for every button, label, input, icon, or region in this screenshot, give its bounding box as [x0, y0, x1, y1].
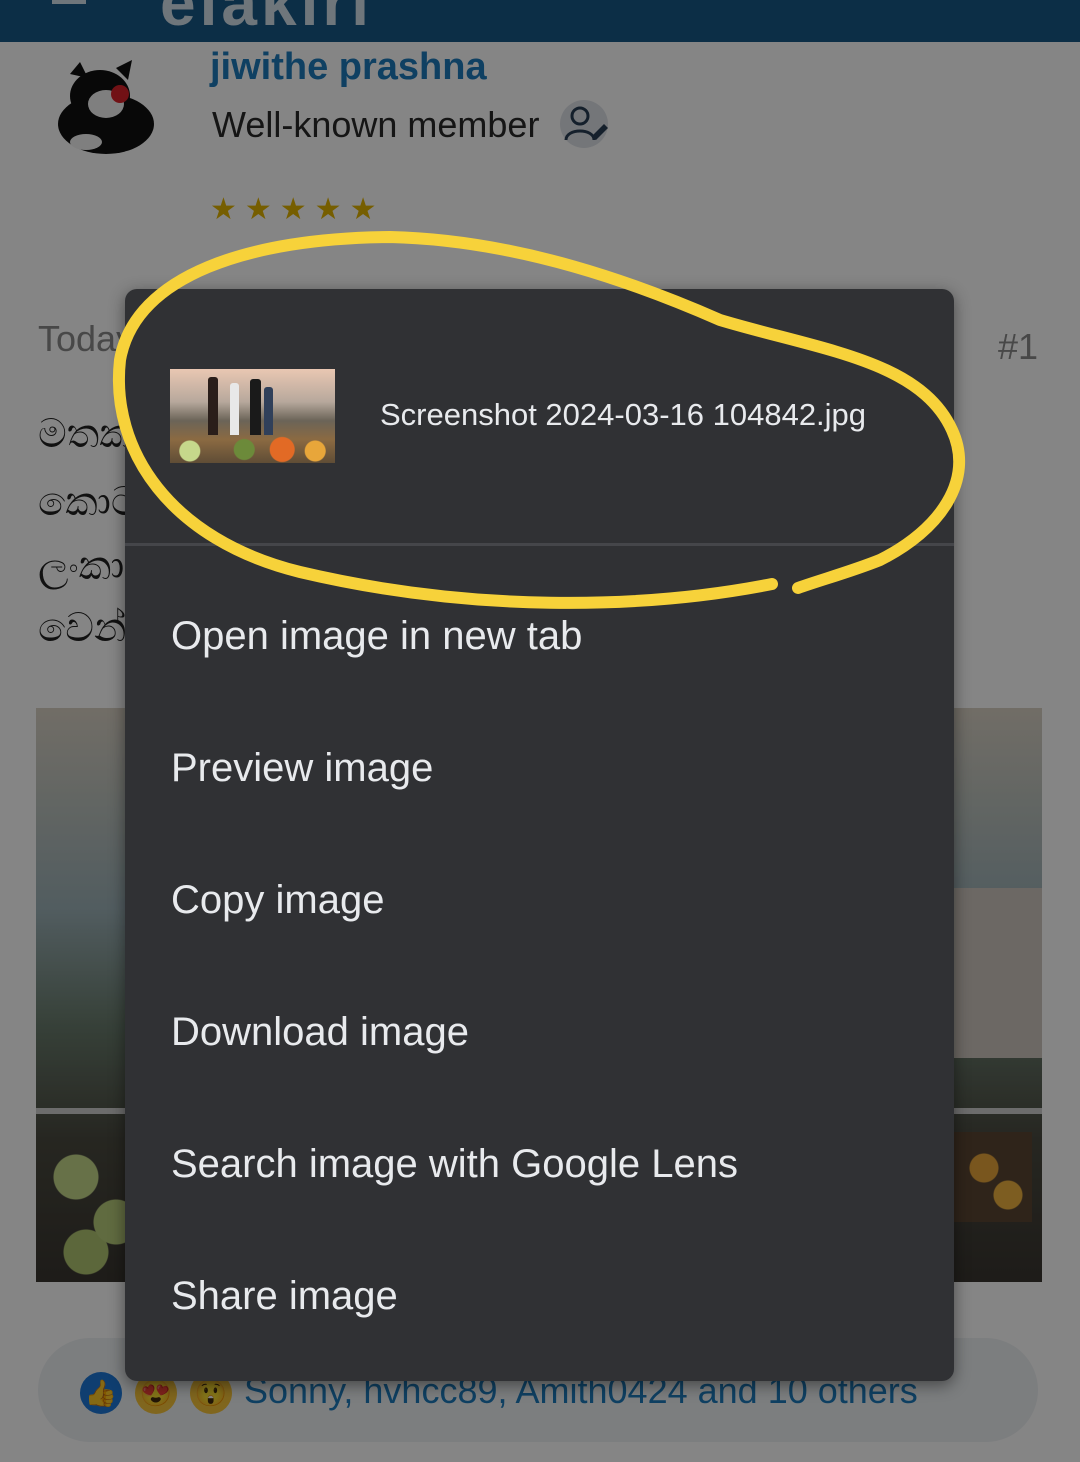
image-thumbnail — [170, 369, 335, 463]
menu-divider — [125, 543, 954, 546]
preview-image-item[interactable]: Preview image — [171, 746, 433, 791]
image-filename: Screenshot 2024-03-16 104842.jpg — [380, 397, 867, 432]
share-image-item[interactable]: Share image — [171, 1274, 398, 1319]
copy-image-item[interactable]: Copy image — [171, 878, 384, 923]
open-image-new-tab-item[interactable]: Open image in new tab — [171, 614, 582, 659]
download-image-item[interactable]: Download image — [171, 1010, 469, 1055]
bottle — [230, 383, 239, 435]
bottle — [250, 379, 261, 435]
bottle — [264, 387, 273, 435]
bottle — [208, 377, 218, 435]
vegetables — [170, 433, 335, 463]
google-lens-search-item[interactable]: Search image with Google Lens — [171, 1142, 738, 1187]
image-context-menu: Screenshot 2024-03-16 104842.jpg Open im… — [125, 289, 954, 1381]
context-menu-header: Screenshot 2024-03-16 104842.jpg — [125, 289, 954, 543]
